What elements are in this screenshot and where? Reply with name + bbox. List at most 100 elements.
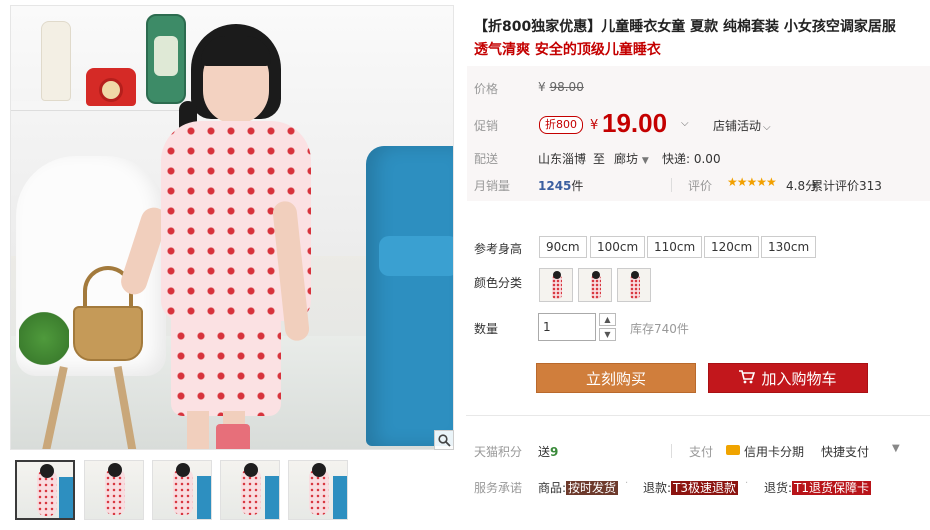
payment-label: 支付 <box>689 445 714 459</box>
product-title: 【折800独家优惠】儿童睡衣女童 夏款 纯棉套装 小女孩空调家居服 <box>474 19 896 35</box>
add-to-cart-button[interactable]: 加入购物车 <box>708 363 868 393</box>
caret-down-icon: ▼ <box>641 156 649 166</box>
credit-card-icon <box>726 445 740 455</box>
main-product-image[interactable] <box>10 5 454 450</box>
points-label: 天猫积分 <box>474 445 523 459</box>
caret-down-icon[interactable]: ▼ <box>892 443 900 454</box>
original-price-symbol: ¥ <box>538 80 546 94</box>
credit-card-installment[interactable]: 信用卡分期 <box>744 443 804 460</box>
photo-girl-bangs <box>201 36 271 66</box>
service-tag[interactable]: T3极速退款 <box>671 481 739 495</box>
quantity-increment-button[interactable]: ▲ <box>599 313 616 326</box>
photo-blue-sofa <box>366 146 453 446</box>
photo-plant <box>19 311 69 366</box>
current-price-symbol: ¥ <box>590 118 599 133</box>
quantity-decrement-button[interactable]: ▼ <box>599 328 616 341</box>
store-promo-label: 店铺活动 <box>713 119 762 133</box>
thumbnail-image[interactable] <box>220 460 280 520</box>
points-number: 9 <box>550 445 559 459</box>
star-rating-icon: ★★★★★ <box>727 175 777 189</box>
shipping-label: 配送 <box>474 152 499 166</box>
promo-badge: 折800 <box>539 116 583 134</box>
color-option[interactable] <box>578 268 612 302</box>
size-option-120[interactable]: 120cm <box>704 236 760 258</box>
stock-count: 库存740件 <box>630 322 689 336</box>
size-option-90[interactable]: 90cm <box>539 236 587 258</box>
thumbnail-head <box>108 463 122 477</box>
thumbnail-image[interactable] <box>288 460 348 520</box>
color-option[interactable] <box>539 268 573 302</box>
thumbnail-image[interactable] <box>15 460 75 520</box>
service-item-prefix: 退款: <box>643 481 672 495</box>
magnifier-icon[interactable] <box>434 430 454 450</box>
service-item-prefix: 商品: <box>538 481 567 495</box>
ship-from: 山东淄博 <box>538 152 587 166</box>
price-chevron-down-icon[interactable]: ⌵ <box>681 118 689 129</box>
monthly-sales: 1245件 <box>538 177 583 194</box>
review-count-link[interactable]: 累计评价313 <box>811 177 882 194</box>
buy-now-button[interactable]: 立刻购买 <box>536 363 696 393</box>
ship-to-word: 至 <box>593 152 606 166</box>
promo-label: 促销 <box>474 119 499 133</box>
service-tag[interactable]: 按时发货 <box>566 481 619 495</box>
service-item-return: 退货: T1退货保障卡 <box>764 479 872 496</box>
thumbnail-image[interactable] <box>152 460 212 520</box>
ship-destination: 廊坊 <box>614 152 639 166</box>
monthly-sales-count: 1245 <box>538 179 572 193</box>
service-label: 服务承诺 <box>474 481 523 495</box>
ship-destination-select[interactable]: 廊坊 ▼ <box>614 150 649 167</box>
photo-girl-boot <box>216 424 250 449</box>
thumbnail-image[interactable] <box>84 460 144 520</box>
add-to-cart-label: 加入购物车 <box>761 370 837 388</box>
monthly-sales-unit: 件 <box>571 179 584 193</box>
divider <box>671 444 672 458</box>
thumbnail-strip <box>15 460 355 522</box>
thumbnail-head <box>40 464 54 478</box>
photo-girl-leg <box>187 411 209 449</box>
service-item-refund: 退款: T3极速退款 <box>643 479 739 496</box>
rating-label: 评价 <box>688 179 713 193</box>
product-subtitle: 透气清爽 安全的顶级儿童睡衣 <box>474 42 661 58</box>
original-price-value: 98.00 <box>549 80 584 94</box>
separator-dot: · <box>625 478 629 489</box>
color-swatch-head <box>631 271 639 279</box>
cart-icon <box>739 365 756 395</box>
divider <box>671 178 672 192</box>
section-divider <box>466 415 930 416</box>
color-swatch-head <box>592 271 600 279</box>
photo-basket <box>73 306 143 361</box>
photo-telephone-dial <box>99 78 123 102</box>
quantity-label: 数量 <box>474 322 499 336</box>
color-label: 颜色分类 <box>474 276 523 290</box>
original-price: ¥ 98.00 <box>538 80 584 94</box>
color-option[interactable] <box>617 268 651 302</box>
quantity-input[interactable]: 1 <box>538 313 596 341</box>
service-tag[interactable]: T1退货保障卡 <box>792 481 872 495</box>
photo-lantern-glass <box>154 36 178 76</box>
photo-vase <box>41 21 71 101</box>
size-option-110[interactable]: 110cm <box>647 236 703 258</box>
size-label: 参考身高 <box>474 242 523 256</box>
store-promo-dropdown[interactable]: 店铺活动 ⌵ <box>713 117 771 134</box>
quick-pay[interactable]: 快捷支付 <box>821 443 869 460</box>
service-item-prefix: 退货: <box>764 481 793 495</box>
monthly-sales-label: 月销量 <box>474 179 511 193</box>
thumbnail-head <box>312 463 326 477</box>
thumbnail-head <box>176 463 190 477</box>
price-label: 价格 <box>474 82 499 96</box>
size-option-130[interactable]: 130cm <box>761 236 817 258</box>
chevron-down-icon: ⌵ <box>763 122 771 133</box>
color-swatch-head <box>553 271 561 279</box>
thumbnail-sofa <box>265 476 279 519</box>
thumbnail-sofa <box>59 477 73 518</box>
points-value: 送9 <box>538 443 558 460</box>
shipping-fee: 快递: 0.00 <box>662 152 721 166</box>
separator-dot: · <box>745 478 749 489</box>
service-item-delivery: 商品: 按时发货 <box>538 479 619 496</box>
size-option-100[interactable]: 100cm <box>590 236 646 258</box>
thumbnail-sofa <box>197 476 211 519</box>
photo-pajama-shorts <box>171 306 281 416</box>
thumbnail-sofa <box>333 476 347 519</box>
current-price: 19.00 <box>602 108 668 138</box>
photo-sofa-seat <box>379 236 453 276</box>
